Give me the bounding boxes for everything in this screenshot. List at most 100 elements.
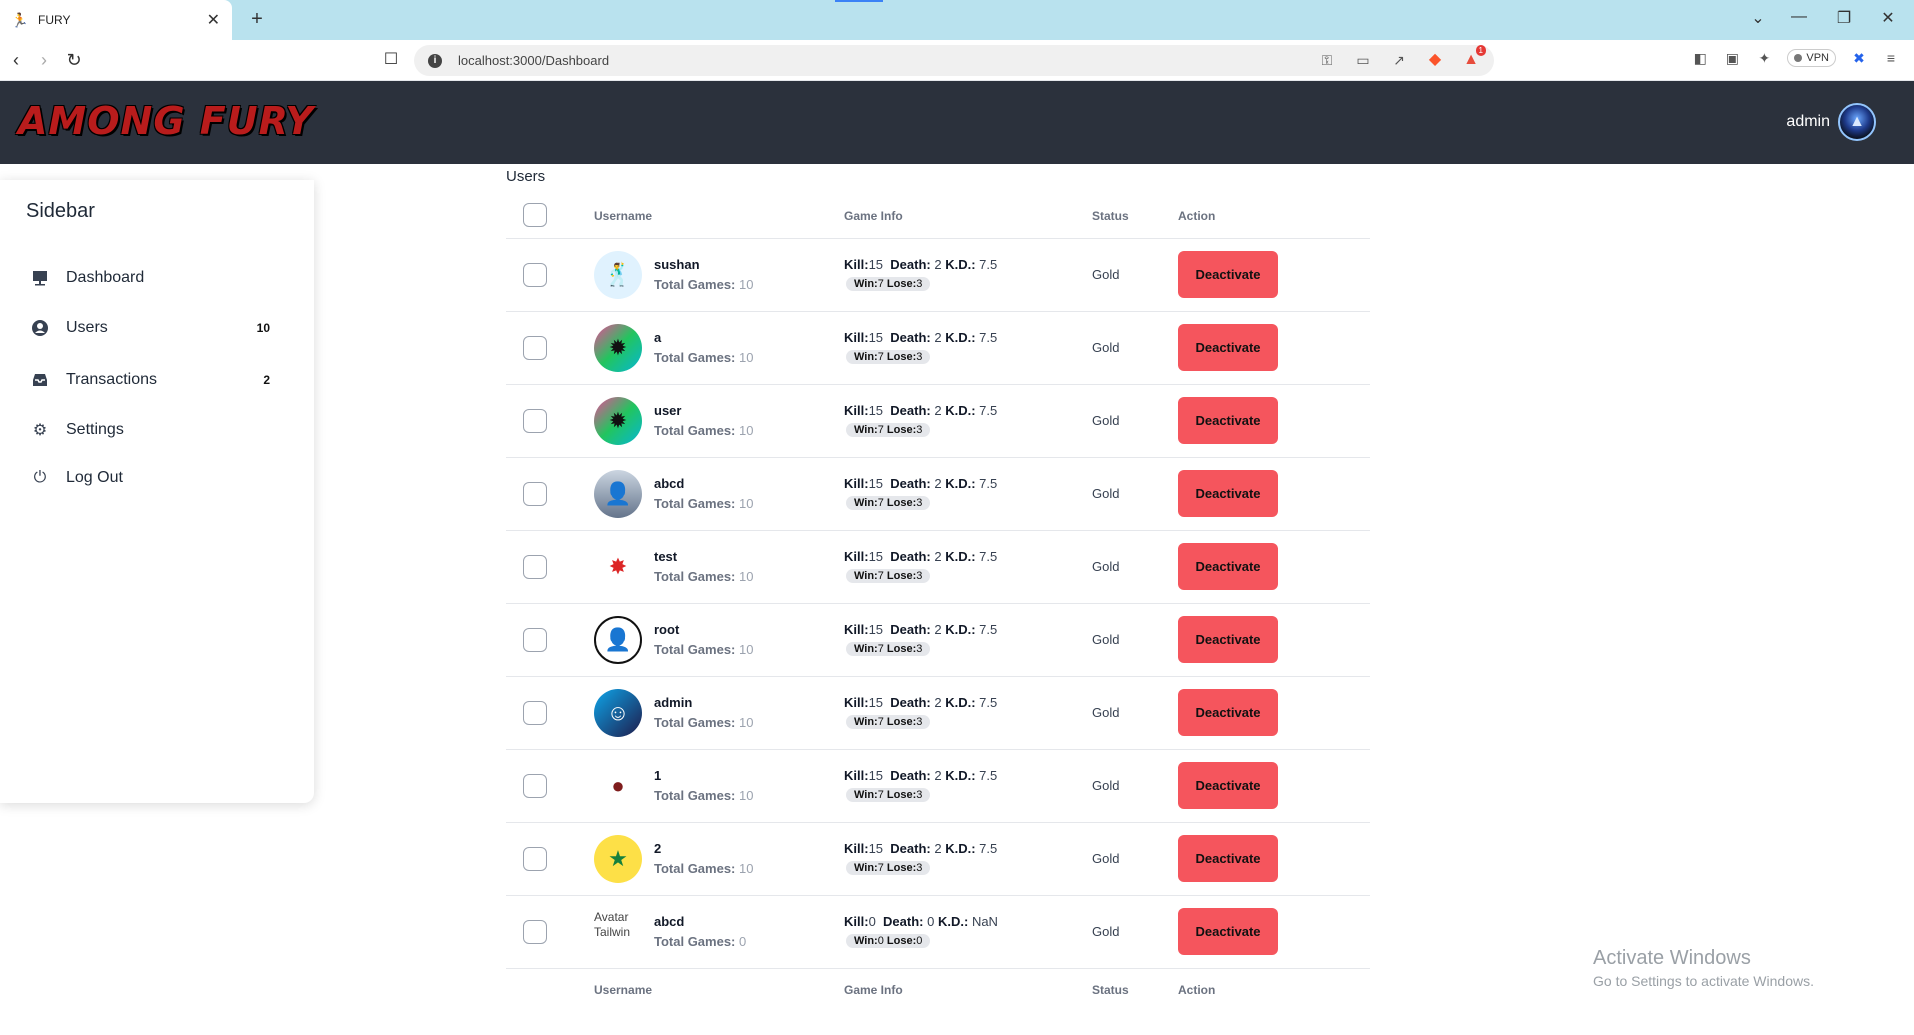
bookmark-icon[interactable]: ☐ [380, 49, 402, 71]
win-label: Win: [854, 351, 878, 363]
key-icon[interactable]: ⚿ [1318, 51, 1336, 69]
address-bar[interactable]: i localhost:3000/Dashboard ⚿ ▭ ↗ ◆ ▲ 1 [414, 45, 1494, 76]
kill-value: 0 [868, 914, 876, 929]
deactivate-button[interactable]: Deactivate [1178, 762, 1278, 809]
win-label: Win: [854, 789, 878, 801]
lose-label: Lose: [886, 789, 917, 801]
kill-label: Kill: [844, 403, 869, 418]
kill-label: Kill: [844, 330, 869, 345]
user-name[interactable]: admin [1786, 113, 1830, 131]
app-logo[interactable]: AMONG FURY [18, 99, 314, 143]
brave-shields-icon[interactable]: ◆ [1426, 51, 1444, 69]
vpn-button[interactable]: VPN [1787, 49, 1836, 67]
user-avatar[interactable]: ▲ [1838, 103, 1876, 141]
deactivate-button[interactable]: Deactivate [1178, 616, 1278, 663]
death-label: Death: [890, 403, 931, 418]
death-label: Death: [890, 330, 931, 345]
deactivate-button[interactable]: Deactivate [1178, 543, 1278, 590]
table-row: 👤 abcd Total Games: 10 Kill:15 Death: 2 K.D… [506, 458, 1370, 531]
row-checkbox[interactable] [523, 774, 547, 798]
total-games-value: 10 [739, 350, 754, 365]
sidebar-item-users[interactable]: Users 10 [30, 313, 280, 343]
deactivate-button[interactable]: Deactivate [1178, 470, 1278, 517]
browser-toolbar: ‹ › ↻ ☐ i localhost:3000/Dashboard ⚿ ▭ ↗… [0, 40, 1914, 81]
row-checkbox[interactable] [523, 628, 547, 652]
deactivate-button[interactable]: Deactivate [1178, 908, 1278, 955]
kd-label: K.D.: [945, 330, 976, 345]
new-tab-button[interactable]: + [245, 8, 269, 31]
total-games-value: 10 [739, 569, 754, 584]
kd-value: 7.5 [979, 841, 998, 856]
row-checkbox[interactable] [523, 920, 547, 944]
row-checkbox[interactable] [523, 336, 547, 360]
death-label: Death: [890, 695, 931, 710]
total-games-label: Total Games: [654, 715, 736, 730]
deactivate-button[interactable]: Deactivate [1178, 251, 1278, 298]
leo-ai-icon[interactable]: ✦ [1755, 49, 1773, 67]
row-checkbox[interactable] [523, 263, 547, 287]
table-row: ● 1 Total Games: 10 Kill:15 Death: 2 K.D.: … [506, 750, 1370, 823]
kill-value: 15 [868, 622, 884, 637]
death-label: Death: [890, 841, 931, 856]
death-label: Death: [890, 549, 931, 564]
sidebar-item-dashboard[interactable]: Dashboard [30, 263, 280, 293]
win-value: 7 [877, 862, 884, 874]
column-footer-status: Status [1092, 983, 1129, 997]
kd-value: 7.5 [979, 476, 998, 491]
deactivate-button[interactable]: Deactivate [1178, 397, 1278, 444]
row-checkbox[interactable] [523, 409, 547, 433]
total-games-value: 10 [739, 423, 754, 438]
menu-icon[interactable]: ≡ [1882, 49, 1900, 67]
share-icon[interactable]: ↗ [1390, 51, 1408, 69]
column-header-game-info: Game Info [844, 209, 903, 223]
row-checkbox[interactable] [523, 847, 547, 871]
cast-icon[interactable]: ▭ [1354, 51, 1372, 69]
avatar: 👤 [594, 470, 642, 518]
close-window-icon[interactable]: ✕ [1876, 8, 1900, 28]
url-text[interactable]: localhost:3000/Dashboard [458, 53, 609, 68]
deactivate-button[interactable]: Deactivate [1178, 324, 1278, 371]
game-stats: Kill:15 Death: 2 K.D.: 7.5 [844, 622, 997, 637]
avatar: 👤 [594, 616, 642, 664]
status-badge: Gold [1092, 267, 1120, 282]
tab-close-icon[interactable]: ✕ [207, 10, 220, 30]
site-info-icon[interactable]: i [428, 53, 442, 68]
lose-label: Lose: [886, 935, 917, 947]
forward-icon[interactable]: › [32, 48, 56, 72]
game-stats: Kill:0 Death: 0 K.D.: NaN [844, 914, 998, 929]
row-checkbox[interactable] [523, 482, 547, 506]
reload-icon[interactable]: ↻ [62, 48, 86, 72]
browser-tab[interactable]: 🏃 FURY ✕ [0, 0, 232, 40]
tab-search-icon[interactable]: ⌄ [1746, 8, 1770, 28]
game-stats: Kill:15 Death: 2 K.D.: 7.5 [844, 476, 997, 491]
total-games-label: Total Games: [654, 788, 736, 803]
restore-icon[interactable]: ❐ [1832, 8, 1856, 28]
sidebar-item-transactions[interactable]: Transactions 2 [30, 365, 280, 395]
row-checkbox[interactable] [523, 555, 547, 579]
total-games: Total Games: 10 [654, 788, 753, 803]
select-all-checkbox[interactable] [523, 203, 547, 227]
deactivate-button[interactable]: Deactivate [1178, 689, 1278, 736]
row-checkbox[interactable] [523, 701, 547, 725]
user-menu[interactable]: admin ▲ [1786, 103, 1876, 141]
kd-label: K.D.: [945, 403, 976, 418]
back-icon[interactable]: ‹ [4, 48, 28, 72]
sidebar-toggle-icon[interactable]: ◧ [1691, 49, 1709, 67]
sidebar-item-logout[interactable]: ⏻ Log Out [30, 463, 280, 493]
status-badge: Gold [1092, 705, 1120, 720]
deactivate-button[interactable]: Deactivate [1178, 835, 1278, 882]
users-table: Username Game Info Status Action 🕺 sushan… [506, 195, 1370, 1013]
win-lose-badge: Win:0 Lose:0 [846, 934, 931, 948]
sidebar-item-label: Settings [66, 421, 124, 438]
total-games-label: Total Games: [654, 423, 736, 438]
sidebar-item-settings[interactable]: ⚙ Settings [30, 415, 280, 445]
lose-value: 3 [916, 643, 923, 655]
win-lose-badge: Win:7 Lose:3 [846, 496, 931, 510]
win-label: Win: [854, 570, 878, 582]
death-value: 2 [934, 257, 942, 272]
brave-rewards-icon[interactable]: ▲ 1 [1462, 45, 1486, 69]
kill-value: 15 [868, 403, 884, 418]
extension-icon[interactable]: ✖ [1850, 49, 1868, 67]
wallet-icon[interactable]: ▣ [1723, 49, 1741, 67]
minimize-icon[interactable]: — [1787, 8, 1811, 26]
